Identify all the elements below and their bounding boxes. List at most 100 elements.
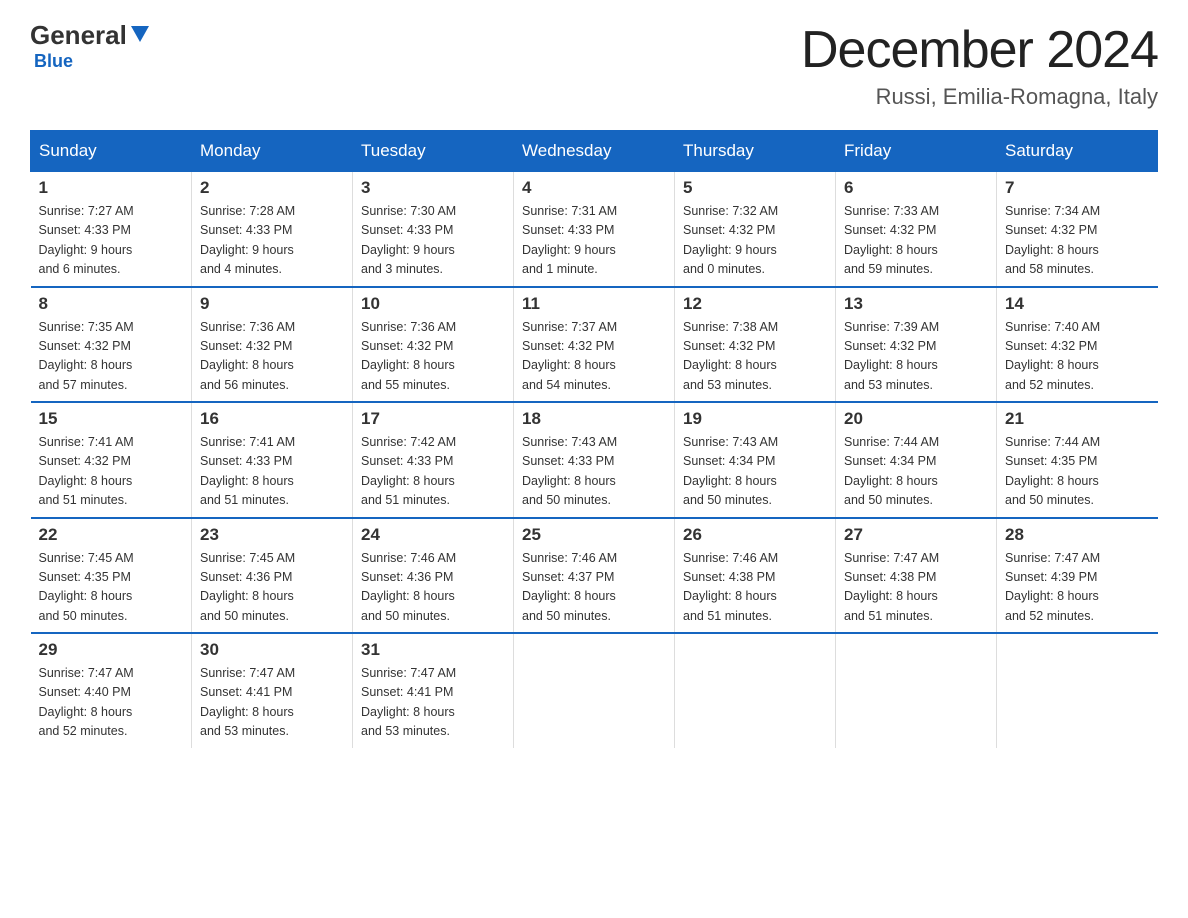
week-row-5: 29 Sunrise: 7:47 AMSunset: 4:40 PMDaylig…: [31, 633, 1158, 748]
day-number: 11: [522, 294, 666, 314]
calendar-cell: 10 Sunrise: 7:36 AMSunset: 4:32 PMDaylig…: [353, 287, 514, 403]
day-number: 5: [683, 178, 827, 198]
day-info: Sunrise: 7:34 AMSunset: 4:32 PMDaylight:…: [1005, 202, 1150, 280]
day-number: 8: [39, 294, 184, 314]
calendar-cell: 16 Sunrise: 7:41 AMSunset: 4:33 PMDaylig…: [192, 402, 353, 518]
calendar-cell: 19 Sunrise: 7:43 AMSunset: 4:34 PMDaylig…: [675, 402, 836, 518]
calendar-header-row: SundayMondayTuesdayWednesdayThursdayFrid…: [31, 131, 1158, 172]
day-number: 12: [683, 294, 827, 314]
logo-icon: [129, 22, 151, 44]
day-number: 2: [200, 178, 344, 198]
day-info: Sunrise: 7:43 AMSunset: 4:33 PMDaylight:…: [522, 433, 666, 511]
day-info: Sunrise: 7:37 AMSunset: 4:32 PMDaylight:…: [522, 318, 666, 396]
day-number: 7: [1005, 178, 1150, 198]
calendar-cell: 20 Sunrise: 7:44 AMSunset: 4:34 PMDaylig…: [836, 402, 997, 518]
calendar-cell: 29 Sunrise: 7:47 AMSunset: 4:40 PMDaylig…: [31, 633, 192, 748]
calendar-cell: [836, 633, 997, 748]
day-number: 30: [200, 640, 344, 660]
week-row-4: 22 Sunrise: 7:45 AMSunset: 4:35 PMDaylig…: [31, 518, 1158, 634]
day-info: Sunrise: 7:42 AMSunset: 4:33 PMDaylight:…: [361, 433, 505, 511]
logo-general: General: [30, 20, 127, 51]
day-info: Sunrise: 7:39 AMSunset: 4:32 PMDaylight:…: [844, 318, 988, 396]
calendar-cell: 14 Sunrise: 7:40 AMSunset: 4:32 PMDaylig…: [997, 287, 1158, 403]
title-section: December 2024 Russi, Emilia-Romagna, Ita…: [801, 20, 1158, 110]
day-info: Sunrise: 7:46 AMSunset: 4:36 PMDaylight:…: [361, 549, 505, 627]
header-friday: Friday: [836, 131, 997, 172]
day-info: Sunrise: 7:45 AMSunset: 4:35 PMDaylight:…: [39, 549, 184, 627]
day-number: 9: [200, 294, 344, 314]
day-number: 27: [844, 525, 988, 545]
calendar-cell: 12 Sunrise: 7:38 AMSunset: 4:32 PMDaylig…: [675, 287, 836, 403]
day-info: Sunrise: 7:43 AMSunset: 4:34 PMDaylight:…: [683, 433, 827, 511]
week-row-2: 8 Sunrise: 7:35 AMSunset: 4:32 PMDayligh…: [31, 287, 1158, 403]
day-info: Sunrise: 7:38 AMSunset: 4:32 PMDaylight:…: [683, 318, 827, 396]
calendar-cell: 23 Sunrise: 7:45 AMSunset: 4:36 PMDaylig…: [192, 518, 353, 634]
logo-text: General: [30, 20, 151, 51]
calendar-cell: 22 Sunrise: 7:45 AMSunset: 4:35 PMDaylig…: [31, 518, 192, 634]
header-saturday: Saturday: [997, 131, 1158, 172]
calendar-cell: 4 Sunrise: 7:31 AMSunset: 4:33 PMDayligh…: [514, 172, 675, 287]
day-number: 22: [39, 525, 184, 545]
calendar-cell: 15 Sunrise: 7:41 AMSunset: 4:32 PMDaylig…: [31, 402, 192, 518]
calendar-cell: 3 Sunrise: 7:30 AMSunset: 4:33 PMDayligh…: [353, 172, 514, 287]
day-number: 25: [522, 525, 666, 545]
calendar-cell: 17 Sunrise: 7:42 AMSunset: 4:33 PMDaylig…: [353, 402, 514, 518]
day-number: 13: [844, 294, 988, 314]
day-number: 28: [1005, 525, 1150, 545]
calendar-cell: 30 Sunrise: 7:47 AMSunset: 4:41 PMDaylig…: [192, 633, 353, 748]
calendar-cell: 24 Sunrise: 7:46 AMSunset: 4:36 PMDaylig…: [353, 518, 514, 634]
day-number: 14: [1005, 294, 1150, 314]
day-info: Sunrise: 7:33 AMSunset: 4:32 PMDaylight:…: [844, 202, 988, 280]
day-number: 20: [844, 409, 988, 429]
calendar-cell: 25 Sunrise: 7:46 AMSunset: 4:37 PMDaylig…: [514, 518, 675, 634]
day-number: 18: [522, 409, 666, 429]
day-info: Sunrise: 7:30 AMSunset: 4:33 PMDaylight:…: [361, 202, 505, 280]
header-thursday: Thursday: [675, 131, 836, 172]
day-info: Sunrise: 7:41 AMSunset: 4:33 PMDaylight:…: [200, 433, 344, 511]
day-number: 21: [1005, 409, 1150, 429]
header-wednesday: Wednesday: [514, 131, 675, 172]
day-number: 31: [361, 640, 505, 660]
calendar-cell: 5 Sunrise: 7:32 AMSunset: 4:32 PMDayligh…: [675, 172, 836, 287]
day-info: Sunrise: 7:46 AMSunset: 4:37 PMDaylight:…: [522, 549, 666, 627]
day-info: Sunrise: 7:47 AMSunset: 4:40 PMDaylight:…: [39, 664, 184, 742]
page-header: General Blue December 2024 Russi, Emilia…: [30, 20, 1158, 110]
calendar-cell: 8 Sunrise: 7:35 AMSunset: 4:32 PMDayligh…: [31, 287, 192, 403]
day-number: 19: [683, 409, 827, 429]
day-number: 4: [522, 178, 666, 198]
day-info: Sunrise: 7:36 AMSunset: 4:32 PMDaylight:…: [361, 318, 505, 396]
calendar-cell: 28 Sunrise: 7:47 AMSunset: 4:39 PMDaylig…: [997, 518, 1158, 634]
day-number: 23: [200, 525, 344, 545]
calendar-cell: 6 Sunrise: 7:33 AMSunset: 4:32 PMDayligh…: [836, 172, 997, 287]
day-info: Sunrise: 7:44 AMSunset: 4:35 PMDaylight:…: [1005, 433, 1150, 511]
calendar-title: December 2024: [801, 20, 1158, 80]
day-info: Sunrise: 7:35 AMSunset: 4:32 PMDaylight:…: [39, 318, 184, 396]
day-info: Sunrise: 7:47 AMSunset: 4:38 PMDaylight:…: [844, 549, 988, 627]
calendar-cell: 1 Sunrise: 7:27 AMSunset: 4:33 PMDayligh…: [31, 172, 192, 287]
day-number: 24: [361, 525, 505, 545]
day-info: Sunrise: 7:40 AMSunset: 4:32 PMDaylight:…: [1005, 318, 1150, 396]
day-info: Sunrise: 7:44 AMSunset: 4:34 PMDaylight:…: [844, 433, 988, 511]
calendar-cell: [997, 633, 1158, 748]
week-row-3: 15 Sunrise: 7:41 AMSunset: 4:32 PMDaylig…: [31, 402, 1158, 518]
day-info: Sunrise: 7:46 AMSunset: 4:38 PMDaylight:…: [683, 549, 827, 627]
day-number: 26: [683, 525, 827, 545]
day-info: Sunrise: 7:32 AMSunset: 4:32 PMDaylight:…: [683, 202, 827, 280]
calendar-subtitle: Russi, Emilia-Romagna, Italy: [801, 84, 1158, 110]
calendar-cell: 21 Sunrise: 7:44 AMSunset: 4:35 PMDaylig…: [997, 402, 1158, 518]
day-number: 15: [39, 409, 184, 429]
calendar-cell: 27 Sunrise: 7:47 AMSunset: 4:38 PMDaylig…: [836, 518, 997, 634]
calendar-cell: 13 Sunrise: 7:39 AMSunset: 4:32 PMDaylig…: [836, 287, 997, 403]
calendar-cell: 26 Sunrise: 7:46 AMSunset: 4:38 PMDaylig…: [675, 518, 836, 634]
header-sunday: Sunday: [31, 131, 192, 172]
day-info: Sunrise: 7:36 AMSunset: 4:32 PMDaylight:…: [200, 318, 344, 396]
day-info: Sunrise: 7:47 AMSunset: 4:39 PMDaylight:…: [1005, 549, 1150, 627]
day-number: 6: [844, 178, 988, 198]
calendar-cell: 2 Sunrise: 7:28 AMSunset: 4:33 PMDayligh…: [192, 172, 353, 287]
day-info: Sunrise: 7:27 AMSunset: 4:33 PMDaylight:…: [39, 202, 184, 280]
week-row-1: 1 Sunrise: 7:27 AMSunset: 4:33 PMDayligh…: [31, 172, 1158, 287]
logo: General Blue: [30, 20, 151, 72]
day-info: Sunrise: 7:47 AMSunset: 4:41 PMDaylight:…: [361, 664, 505, 742]
calendar-cell: [675, 633, 836, 748]
day-number: 29: [39, 640, 184, 660]
